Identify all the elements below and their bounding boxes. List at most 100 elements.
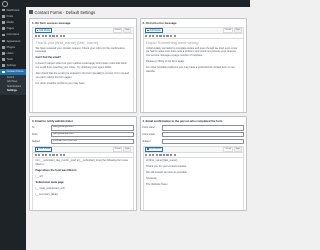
editor-content[interactable]: Hi [first_name] [last_name], Thank you f… [144, 158, 244, 191]
success-message-panel: 1. On form success message Add Media Vis… [29, 18, 137, 113]
more-icon[interactable] [173, 35, 176, 38]
paragraph-icon[interactable] [34, 35, 37, 38]
bullet-list-icon[interactable] [45, 35, 48, 38]
align-icon[interactable] [55, 153, 59, 156]
quote-icon[interactable] [52, 153, 55, 156]
link-icon[interactable] [59, 153, 62, 156]
bullet-list-icon[interactable] [155, 35, 158, 38]
error-message-editor[interactable]: Add Media Visual Text Oops! Something wen… [142, 27, 244, 112]
numbered-list-icon[interactable] [48, 35, 51, 38]
paragraph-icon[interactable] [145, 35, 148, 38]
plugins-icon [2, 45, 5, 49]
paragraph-icon[interactable] [34, 153, 37, 156]
tab-visual[interactable]: Visual [112, 146, 123, 152]
quote-icon[interactable] [162, 35, 166, 38]
from-name-field[interactable] [161, 125, 244, 131]
error-heading: Oops! Something went wrong. [146, 39, 200, 45]
admin-toolbar [26, 0, 250, 7]
sidebar-item-label: Contact Forms [6, 70, 24, 74]
success-message-editor[interactable]: Add Media Visual Text Thank you [first_na… [32, 27, 134, 112]
paragraph-icon[interactable] [145, 153, 148, 156]
bold-icon[interactable] [38, 35, 41, 38]
field-label: From name [142, 126, 155, 130]
text-paragraph: Please try filling in the form again. [146, 59, 185, 63]
from-email-field[interactable] [161, 131, 244, 138]
panel-title: 2. On form error message [142, 21, 177, 25]
italic-icon[interactable] [41, 35, 44, 38]
add-media-button[interactable]: Add Media [145, 146, 163, 152]
align-icon[interactable] [166, 153, 169, 156]
sidebar-item-label: Appearance [6, 39, 21, 43]
media-icon [147, 29, 149, 32]
link-icon[interactable] [59, 35, 62, 38]
align-icon[interactable] [166, 35, 169, 38]
text-paragraph: The Website Team [146, 183, 168, 187]
tab-text[interactable]: Text [123, 28, 131, 33]
editor-content[interactable]: On [__submitted_day_month_year] at [__su… [33, 158, 133, 201]
panel-title: 3. Email to notify administrator [32, 119, 74, 123]
sidebar-item-label: Users [6, 51, 14, 55]
posts-icon [2, 14, 5, 18]
text-paragraph: We will answer as soon as possible. [146, 171, 188, 175]
align-icon[interactable] [55, 35, 59, 38]
dashboard-icon [2, 8, 5, 12]
text-paragraph: Hi [first_name] [last_name], [146, 159, 178, 163]
field-label: Subject [32, 140, 40, 144]
bullet-list-icon[interactable] [155, 153, 158, 156]
tab-text[interactable]: Text [233, 28, 242, 33]
add-media-button[interactable]: Add Media [34, 146, 53, 152]
editor-content[interactable]: Thank you [first_name] [last_name] We ha… [33, 39, 133, 89]
admin-sidebar: Dashboard Posts Media Pages Comments Appearan… [0, 0, 26, 250]
field-label: To [32, 126, 35, 130]
to-email-field[interactable]: user@example.com [51, 125, 134, 131]
quote-icon[interactable] [52, 35, 55, 38]
more-icon[interactable] [63, 153, 66, 156]
link-icon[interactable] [170, 35, 173, 38]
tab-text[interactable]: Text [233, 146, 242, 152]
link-icon[interactable] [170, 153, 173, 156]
sidebar-item-label: Tools [6, 58, 13, 62]
add-media-button[interactable]: Add Media [145, 28, 163, 33]
tools-icon [2, 58, 5, 61]
error-message-panel: 2. On form error message Add Media Visua… [139, 18, 247, 113]
italic-icon[interactable] [152, 35, 155, 38]
tab-visual[interactable]: Visual [112, 28, 123, 33]
text-paragraph: [__url] [35, 174, 43, 178]
field-label: Subject [142, 140, 151, 144]
text-paragraph: Can't find the email? [35, 56, 61, 60]
sidebar-item-label: Plugins [6, 45, 16, 49]
quote-icon[interactable] [162, 153, 166, 156]
tab-visual[interactable]: Visual [223, 146, 233, 152]
text-paragraph: Sincerely, [146, 177, 158, 181]
italic-icon[interactable] [152, 153, 155, 156]
more-icon[interactable] [63, 35, 66, 38]
text-paragraph: Page where the form was filled in [35, 168, 77, 172]
add-media-button[interactable]: Add Media [34, 28, 53, 33]
confirmation-email-editor[interactable]: Add Media Visual Text Hi [first_name] [la… [142, 145, 244, 210]
more-icon[interactable] [173, 153, 176, 156]
subject-field[interactable] [161, 138, 244, 145]
success-heading: Thank you [first_name] [last_name] [35, 39, 98, 45]
text-paragraph: We have received your contact request. C… [35, 46, 125, 54]
text-paragraph: For other possible problems you may have [35, 81, 85, 85]
notify-admin-editor[interactable]: Add Media Visual Text On [__submitted_day… [32, 145, 134, 210]
numbered-list-icon[interactable] [48, 153, 51, 156]
text-paragraph: It doesn't happen often but your mailbox… [35, 62, 127, 69]
bold-icon[interactable] [148, 153, 151, 156]
bullet-list-icon[interactable] [45, 153, 48, 156]
subject-field[interactable]: A contact from your site [51, 138, 134, 145]
from-email-field[interactable]: user@example.com [51, 131, 134, 138]
submenu-item-settings[interactable]: Settings [0, 89, 26, 93]
tab-visual[interactable]: Visual [223, 28, 233, 33]
sidebar-item-label: Settings [6, 64, 16, 68]
bold-icon[interactable] [38, 153, 41, 156]
pages-icon [2, 27, 5, 30]
settings-icon [2, 64, 5, 68]
italic-icon[interactable] [41, 153, 44, 156]
numbered-list-icon[interactable] [159, 35, 162, 38]
wordpress-logo-icon[interactable] [0, 0, 26, 7]
numbered-list-icon[interactable] [159, 153, 162, 156]
bold-icon[interactable] [148, 35, 151, 38]
editor-content[interactable]: Oops! Something went wrong. Unfortunatel… [144, 39, 244, 77]
tab-text[interactable]: Text [123, 146, 131, 152]
